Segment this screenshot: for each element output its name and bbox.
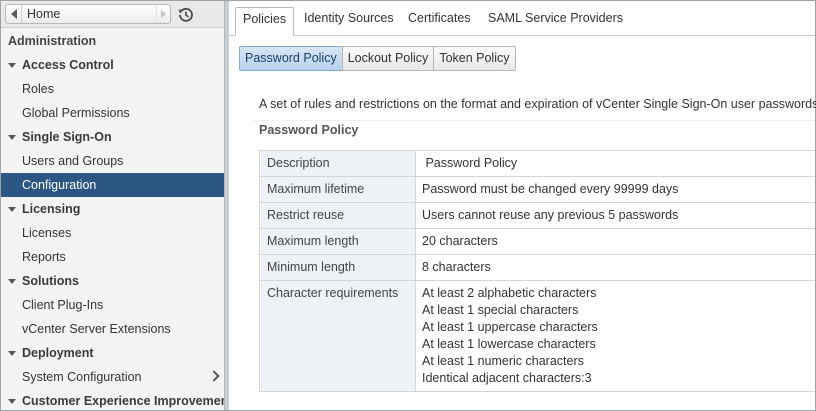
policy-row: Maximum lifetime Password must be changed… — [260, 177, 815, 203]
nav-label: Users and Groups — [22, 154, 124, 168]
history-icon[interactable] — [177, 6, 195, 24]
navigator-panel: Home Administration Access Control Roles G… — [1, 1, 224, 410]
nav-label: Configuration — [22, 178, 97, 192]
nav-label: Deployment — [22, 346, 94, 360]
policy-section-title: Password Policy — [259, 123, 359, 137]
policy-key: Maximum lifetime — [260, 177, 416, 202]
tab-certificates[interactable]: Certificates — [401, 7, 478, 31]
nav-item-client-plug-ins[interactable]: Client Plug-Ins — [1, 293, 224, 317]
tab-identity-sources[interactable]: Identity Sources — [297, 7, 401, 31]
caret-down-icon[interactable] — [8, 135, 16, 140]
policy-value: 8 characters — [416, 255, 815, 280]
caret-down-icon[interactable] — [8, 351, 16, 356]
policy-value-line: Identical adjacent characters:3 — [422, 371, 592, 385]
nav-group-single-sign-on[interactable]: Single Sign-On — [1, 125, 224, 149]
nav-label: Single Sign-On — [22, 130, 112, 144]
nav-label: Global Permissions — [22, 106, 130, 120]
nav-label: System Configuration — [22, 370, 142, 384]
back-arrow-icon[interactable] — [6, 5, 22, 23]
main-content: Policies Identity Sources Certificates S… — [229, 1, 816, 410]
policy-key: Maximum length — [260, 229, 416, 254]
nav-label: vCenter Server Extensions — [22, 322, 171, 336]
policy-row: Restrict reuse Users cannot reuse any pre… — [260, 203, 815, 229]
policy-row: Character requirements At least 2 alphabe… — [260, 281, 815, 392]
policy-subtabs: Password Policy Lockout Policy Token Pol… — [239, 46, 516, 71]
nav-item-global-permissions[interactable]: Global Permissions — [1, 101, 224, 125]
policy-value-line: Users cannot reuse any previous 5 passwo… — [422, 208, 679, 222]
nav-item-system-configuration[interactable]: System Configuration — [1, 365, 224, 389]
nav-label: Solutions — [22, 274, 79, 288]
policy-value: Users cannot reuse any previous 5 passwo… — [416, 203, 815, 228]
subtab-lockout-policy[interactable]: Lockout Policy — [341, 46, 435, 71]
policy-row: Minimum length 8 characters — [260, 255, 815, 281]
home-navigation-button[interactable]: Home — [5, 4, 171, 24]
caret-down-icon[interactable] — [8, 279, 16, 284]
policy-value-line: Password Policy — [422, 156, 518, 170]
caret-down-icon[interactable] — [8, 63, 16, 68]
nav-item-vcenter-server-extensions[interactable]: vCenter Server Extensions — [1, 317, 224, 341]
nav-group-licensing[interactable]: Licensing — [1, 197, 224, 221]
subtab-token-policy[interactable]: Token Policy — [433, 46, 516, 71]
nav-item-licenses[interactable]: Licenses — [1, 221, 224, 245]
chevron-right-icon[interactable] — [208, 370, 220, 382]
navigator-header: Home — [1, 1, 224, 28]
policy-value-line: At least 1 uppercase characters — [422, 320, 598, 334]
nav-group-customer-experience-improvement-p[interactable]: Customer Experience Improvement P — [1, 389, 224, 410]
nav-label: Client Plug-Ins — [22, 298, 104, 312]
policy-key: Character requirements — [260, 281, 416, 391]
nav-label: Access Control — [22, 58, 114, 72]
policy-value: Password Policy — [416, 151, 815, 176]
policy-value-line: At least 1 special characters — [422, 303, 579, 317]
forward-arrow-icon[interactable] — [156, 5, 170, 23]
policy-value: 20 characters — [416, 229, 815, 254]
tab-saml-service-providers[interactable]: SAML Service Providers — [481, 7, 630, 31]
tab-policies[interactable]: Policies — [235, 7, 295, 36]
password-policy-table: Description Password Policy Maximum lifet… — [259, 150, 815, 392]
section-separator — [253, 120, 815, 121]
policy-key: Description — [260, 151, 416, 176]
section-administration: Administration — [8, 34, 97, 48]
policy-key: Restrict reuse — [260, 203, 416, 228]
tab-bar: Policies Identity Sources Certificates S… — [229, 1, 815, 36]
policy-value-line: At least 1 lowercase characters — [422, 337, 596, 351]
nav-item-roles[interactable]: Roles — [1, 77, 224, 101]
nav-label: Roles — [22, 82, 54, 96]
nav-label: Licenses — [22, 226, 72, 240]
policy-value: At least 2 alphabetic characters At least… — [416, 281, 815, 391]
caret-down-icon[interactable] — [8, 399, 16, 404]
policy-value-line: 20 characters — [422, 234, 498, 248]
nav-group-solutions[interactable]: Solutions — [1, 269, 224, 293]
nav-label: Customer Experience Improvement P — [22, 394, 224, 408]
navigator-tree: Administration Access Control Roles Global… — [1, 29, 224, 410]
nav-label: Reports — [22, 250, 66, 264]
nav-label: Licensing — [22, 202, 81, 216]
nav-group-access-control[interactable]: Access Control — [1, 53, 224, 77]
nav-item-reports[interactable]: Reports — [1, 245, 224, 269]
policy-description: A set of rules and restrictions on the f… — [259, 97, 816, 111]
policy-value-line: Password must be changed every 99999 day… — [422, 182, 679, 196]
policy-key: Minimum length — [260, 255, 416, 280]
nav-group-deployment[interactable]: Deployment — [1, 341, 224, 365]
policy-value-line: At least 1 numeric characters — [422, 354, 584, 368]
policy-value-line: 8 characters — [422, 260, 491, 274]
subtab-password-policy[interactable]: Password Policy — [239, 46, 343, 71]
policy-row: Maximum length 20 characters — [260, 229, 815, 255]
policy-value: Password must be changed every 99999 day… — [416, 177, 815, 202]
caret-down-icon[interactable] — [8, 207, 16, 212]
nav-item-users-and-groups[interactable]: Users and Groups — [1, 149, 224, 173]
nav-item-configuration[interactable]: Configuration — [1, 173, 224, 197]
home-label: Home — [27, 7, 61, 21]
policy-value-line: At least 2 alphabetic characters — [422, 286, 597, 300]
policy-row: Description Password Policy — [260, 151, 815, 177]
